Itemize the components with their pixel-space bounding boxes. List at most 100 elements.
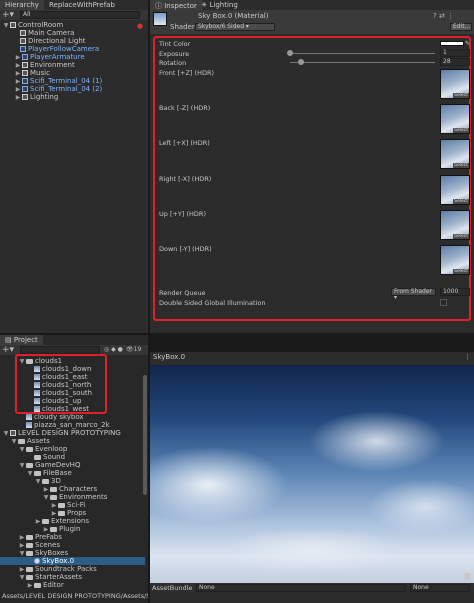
project-item[interactable]: ▼ 3D — [34, 477, 145, 485]
up-texture-slot[interactable]: Select — [440, 210, 470, 240]
project-item[interactable]: piazza_san_marco_2k — [26, 421, 145, 429]
project-item[interactable]: ▼ SkyBoxes — [18, 549, 145, 557]
select-button[interactable]: Select — [453, 163, 469, 168]
folder-icon — [26, 574, 33, 580]
rotation-slider-handle[interactable] — [298, 59, 304, 65]
assetbundle-bar: AssetBundle None None — [150, 583, 474, 593]
exposure-slider-handle[interactable] — [287, 50, 293, 56]
project-item[interactable]: ▼ Assets — [10, 437, 145, 445]
project-item[interactable]: ▶ Plugin — [42, 525, 145, 533]
tab-hierarchy[interactable]: Hierarchy — [0, 0, 44, 10]
hierarchy-search-input[interactable]: All — [20, 11, 140, 19]
hierarchy-item-directional-light[interactable]: Directional Light — [20, 37, 148, 45]
project-item[interactable]: ▶ Editor — [26, 581, 145, 589]
assetbundle-variant-dropdown[interactable]: None — [410, 584, 470, 592]
hierarchy-item-scifi-terminal-1[interactable]: ▶ Scifi_Terminal_04 (1) — [14, 77, 148, 85]
down-texture-slot[interactable]: Select — [440, 245, 470, 275]
rotation-slider[interactable] — [290, 62, 435, 63]
left-texture-slot[interactable]: Select — [440, 139, 470, 169]
select-button[interactable]: Select — [453, 234, 469, 239]
right-texture-slot[interactable]: Select — [440, 175, 470, 205]
back-texture-label: Back [-Z] (HDR) — [159, 104, 211, 112]
hierarchy-item-music[interactable]: ▶ Music — [14, 69, 148, 77]
tab-lighting[interactable]: ☀ Lighting — [196, 0, 243, 10]
rotation-label: Rotation — [159, 59, 187, 67]
project-item[interactable]: ▼ FileBase — [26, 469, 145, 477]
tab-inspector[interactable]: ⓘ Inspector — [150, 0, 202, 10]
hierarchy-item-lighting[interactable]: ▶ Lighting — [14, 93, 148, 101]
gameobject-icon — [22, 70, 28, 76]
render-queue-value[interactable]: 1000 — [440, 288, 470, 296]
project-item[interactable]: ▶ Soundtrack Packs — [18, 565, 145, 573]
project-item[interactable]: Sound — [34, 453, 145, 461]
hierarchy-item-main-camera[interactable]: Main Camera — [20, 29, 148, 37]
select-button[interactable]: Select — [453, 269, 469, 274]
front-texture-label: Front [+Z] (HDR) — [159, 69, 215, 77]
hierarchy-item-playerarmature[interactable]: ▶ PlayerArmature — [14, 53, 148, 61]
project-item[interactable]: ▼ StarterAssets — [18, 573, 145, 581]
render-queue-dropdown[interactable]: From Shader ▾ — [391, 288, 436, 301]
hierarchy-item-controlroom[interactable]: ▼ ControlRoom — [2, 21, 148, 29]
hidden-count[interactable]: 👁19 — [126, 346, 141, 353]
folder-icon — [34, 470, 41, 476]
tab-project[interactable]: ▤ Project — [0, 335, 43, 345]
folder-icon: ▤ — [5, 336, 14, 344]
prefab-icon — [22, 54, 28, 60]
project-scrollbar[interactable] — [143, 375, 147, 495]
project-item[interactable]: ▶ Scenes — [18, 541, 145, 549]
select-button[interactable]: Select — [453, 128, 469, 133]
preview-overlay-icon[interactable] — [464, 573, 471, 580]
hierarchy-item-environment[interactable]: ▶ Environment — [14, 61, 148, 69]
project-path: Assets/LEVEL DESIGN PROTOTYPING/Assets/S… — [2, 592, 148, 600]
filter-icons[interactable]: ◎ ◆ ● — [104, 346, 123, 353]
hierarchy-menu-icon[interactable]: ● — [137, 22, 143, 30]
folder-icon — [34, 454, 41, 460]
prefab-icon — [20, 46, 26, 52]
project-item[interactable]: ▼ LEVEL DESIGN PROTOTYPING — [2, 429, 145, 437]
back-texture-slot[interactable]: Select — [440, 104, 470, 134]
folder-icon — [26, 534, 33, 540]
folder-icon — [26, 446, 33, 452]
project-item[interactable]: ▶ Props — [50, 509, 145, 517]
project-item[interactable]: ▼ Evenloop — [18, 445, 145, 453]
rotation-value[interactable]: 28 — [440, 58, 470, 66]
project-item-selected[interactable]: SkyBox.0 — [34, 557, 145, 565]
select-button[interactable]: Select — [453, 93, 469, 98]
assetbundle-dropdown[interactable]: None — [196, 584, 406, 592]
eyedropper-icon[interactable]: ✎ — [465, 40, 470, 47]
double-sided-gi-checkbox[interactable] — [440, 299, 447, 306]
project-item[interactable]: ▼ GameDevHQ — [18, 461, 145, 469]
exposure-slider[interactable] — [290, 53, 435, 54]
shader-dropdown[interactable]: Skybox/6 Sided ▾ — [195, 23, 275, 31]
preview-menu-icon[interactable]: ⋮ — [464, 353, 471, 361]
render-queue-label: Render Queue — [159, 289, 206, 297]
edit-shader-button[interactable]: Edit... — [450, 23, 472, 31]
package-icon — [10, 430, 16, 436]
scene-icon — [10, 22, 16, 28]
folder-icon — [50, 494, 57, 500]
header-icons[interactable]: ? ⇄ ⋮ — [433, 12, 454, 20]
project-item[interactable]: ▶ Characters — [42, 485, 145, 493]
tab-replace-with-prefab[interactable]: ReplaceWithPrefab — [44, 0, 120, 10]
tint-color-swatch[interactable] — [440, 41, 464, 46]
add-icon[interactable]: +▾ — [2, 345, 14, 355]
select-button[interactable]: Select — [453, 199, 469, 204]
right-texture-label: Right [-X] (HDR) — [159, 175, 212, 183]
project-item[interactable]: ▶ Sci-Fi — [50, 501, 145, 509]
folder-icon — [26, 566, 33, 572]
tint-color-label: Tint Color — [159, 40, 191, 48]
exposure-value[interactable]: 1 — [440, 49, 470, 57]
folder-icon — [26, 542, 33, 548]
folder-icon — [50, 526, 57, 532]
project-item[interactable]: cloudy skybox — [26, 413, 145, 421]
hierarchy-item-scifi-terminal-2[interactable]: ▶ Scifi_Terminal_04 (2) — [14, 85, 148, 93]
project-item[interactable]: ▶ Extensions — [34, 517, 145, 525]
add-icon[interactable]: +▾ — [2, 10, 14, 20]
hierarchy-panel: Hierarchy ReplaceWithPrefab +▾ All ▼ Cont… — [0, 0, 148, 333]
project-item[interactable]: ▶ PreFabs — [18, 533, 145, 541]
texture-icon — [26, 422, 32, 428]
hierarchy-item-playerfollowcamera[interactable]: PlayerFollowCamera — [20, 45, 148, 53]
front-texture-slot[interactable]: Select — [440, 69, 470, 99]
project-search-input[interactable] — [20, 346, 100, 354]
project-item[interactable]: ▼ Environments — [42, 493, 145, 501]
